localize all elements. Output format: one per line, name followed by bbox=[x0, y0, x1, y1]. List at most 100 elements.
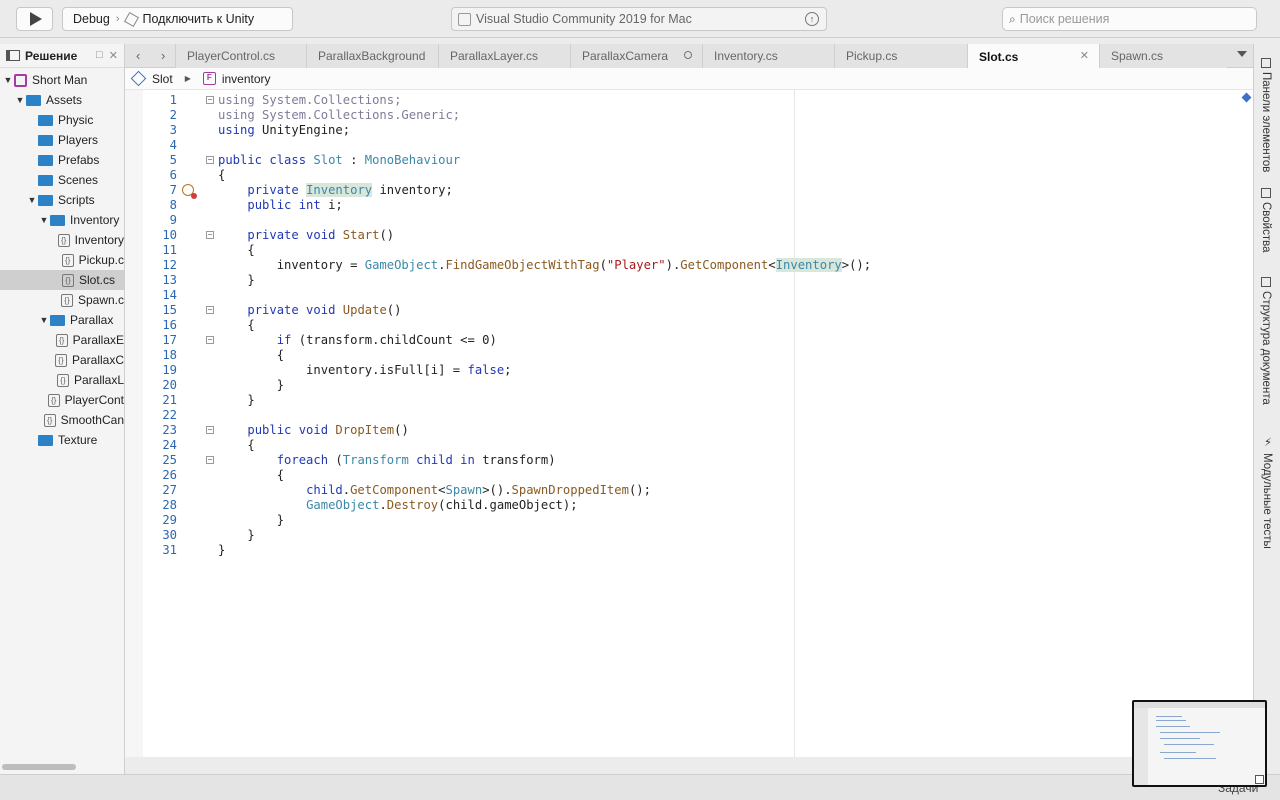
document-tab[interactable]: Slot.cs ✕ bbox=[967, 44, 1099, 69]
breakpoint-icon[interactable] bbox=[182, 184, 197, 199]
code-line[interactable]: 10 − private void Start() bbox=[125, 228, 1253, 243]
nav-forward-icon[interactable]: › bbox=[161, 48, 165, 63]
unit-tests-label: Модульные тесты bbox=[1261, 453, 1273, 549]
code-line[interactable]: 21 } bbox=[125, 393, 1253, 408]
document-tab[interactable]: ParallaxLayer.cs bbox=[438, 44, 570, 68]
code-line[interactable]: 15 − private void Update() bbox=[125, 303, 1253, 318]
fold-toggle-icon[interactable]: − bbox=[206, 336, 214, 344]
tree-file-item[interactable]: {} Slot.cs bbox=[0, 270, 124, 290]
code-line[interactable]: 18 { bbox=[125, 348, 1253, 363]
toolbox-pad-tab[interactable]: Панели элементов bbox=[1260, 58, 1272, 172]
disclosure-down-icon[interactable]: ▼ bbox=[14, 95, 26, 105]
document-tab[interactable]: Spawn.cs bbox=[1099, 44, 1227, 68]
code-line[interactable]: 28 GameObject.Destroy(child.gameObject); bbox=[125, 498, 1253, 513]
code-line[interactable]: 9 bbox=[125, 213, 1253, 228]
document-tab[interactable]: Inventory.cs bbox=[702, 44, 834, 68]
code-line[interactable]: 16 { bbox=[125, 318, 1253, 333]
tree-file-item[interactable]: {} Inventory bbox=[0, 230, 124, 250]
tree-folder-item[interactable]: ▼ Scripts bbox=[0, 190, 124, 210]
document-outline-pad-tab[interactable]: Структура документа bbox=[1260, 277, 1272, 405]
code-editor[interactable]: 1− using System.Collections; 2 using System… bbox=[125, 90, 1253, 757]
disclosure-down-icon[interactable]: ▼ bbox=[2, 75, 14, 85]
fold-toggle-icon[interactable]: − bbox=[206, 426, 214, 434]
tree-item-label: Prefabs bbox=[58, 153, 100, 167]
screenshot-thumbnail[interactable] bbox=[1132, 700, 1267, 787]
fold-toggle-icon[interactable]: − bbox=[206, 96, 214, 104]
fold-toggle-icon[interactable]: − bbox=[206, 156, 214, 164]
tab-overflow-icon[interactable] bbox=[1237, 51, 1247, 57]
code-line[interactable]: 24 { bbox=[125, 438, 1253, 453]
code-line[interactable]: 25 − foreach (Transform child in transfor… bbox=[125, 453, 1253, 468]
document-tab[interactable]: Pickup.cs bbox=[834, 44, 967, 68]
unsaved-dot-icon[interactable] bbox=[684, 51, 692, 59]
code-line[interactable]: 12 inventory = GameObject.FindGameObject… bbox=[125, 258, 1253, 273]
disclosure-down-icon[interactable]: ▼ bbox=[38, 215, 50, 225]
nav-back-icon[interactable]: ‹ bbox=[136, 48, 140, 63]
document-tab[interactable]: ParallaxBackground bbox=[306, 44, 438, 68]
tree-folder-item[interactable]: Texture bbox=[0, 430, 124, 450]
tree-folder-item[interactable]: Physic bbox=[0, 110, 124, 130]
code-line[interactable]: 31} bbox=[125, 543, 1253, 558]
disclosure-down-icon[interactable]: ▼ bbox=[26, 195, 38, 205]
fold-toggle-icon[interactable]: − bbox=[206, 306, 214, 314]
code-line[interactable]: 29 } bbox=[125, 513, 1253, 528]
update-icon[interactable]: ↑ bbox=[805, 12, 819, 26]
code-line[interactable]: 2 using System.Collections.Generic; bbox=[125, 108, 1253, 123]
tree-file-item[interactable]: {} Pickup.c bbox=[0, 250, 124, 270]
code-line[interactable]: 8 public int i; bbox=[125, 198, 1253, 213]
breadcrumb-class[interactable]: Slot bbox=[152, 72, 173, 86]
code-line[interactable]: 6{ bbox=[125, 168, 1253, 183]
code-line[interactable]: 14 bbox=[125, 288, 1253, 303]
breadcrumb: Slot ▶ F inventory bbox=[125, 68, 1253, 90]
tree-file-item[interactable]: {} SmoothCan bbox=[0, 410, 124, 430]
code-line[interactable]: 17 − if (transform.childCount <= 0) bbox=[125, 333, 1253, 348]
sidebar-scrollbar[interactable] bbox=[2, 764, 76, 770]
tree-folder-item[interactable]: ▼ Assets bbox=[0, 90, 124, 110]
run-configuration-selector[interactable]: Debug › Подключить к Unity bbox=[62, 7, 293, 31]
tree-file-item[interactable]: {} ParallaxC bbox=[0, 350, 124, 370]
tree-file-item[interactable]: {} ParallaxL bbox=[0, 370, 124, 390]
code-line[interactable]: 20 } bbox=[125, 378, 1253, 393]
line-number: 20 bbox=[162, 378, 177, 392]
code-line[interactable]: 5 − public class Slot : MonoBehaviour bbox=[125, 153, 1253, 168]
code-line[interactable]: 23 − public void DropItem() bbox=[125, 423, 1253, 438]
fold-toggle-icon[interactable]: − bbox=[206, 231, 214, 239]
document-tab[interactable]: ParallaxCamera bbox=[570, 44, 702, 68]
run-button[interactable] bbox=[16, 7, 53, 31]
tree-folder-item[interactable]: Scenes bbox=[0, 170, 124, 190]
close-tab-icon[interactable]: ✕ bbox=[1080, 49, 1089, 62]
code-line[interactable]: 4 bbox=[125, 138, 1253, 153]
tree-folder-item[interactable]: ▼ Parallax bbox=[0, 310, 124, 330]
line-number: 14 bbox=[162, 288, 177, 302]
breadcrumb-member[interactable]: inventory bbox=[222, 72, 271, 86]
code-line[interactable]: 27 child.GetComponent<Spawn>().SpawnDrop… bbox=[125, 483, 1253, 498]
code-line[interactable]: 7 private Inventory inventory; bbox=[125, 183, 1253, 199]
fold-toggle-icon[interactable]: − bbox=[206, 456, 214, 464]
thumbnail-line bbox=[1160, 738, 1200, 739]
document-tab[interactable]: PlayerControl.cs bbox=[175, 44, 306, 68]
code-line[interactable]: 30 } bbox=[125, 528, 1253, 543]
code-line[interactable]: 22 bbox=[125, 408, 1253, 423]
tree-solution-item[interactable]: ▼ Short Man bbox=[0, 70, 124, 90]
line-number: 19 bbox=[162, 363, 177, 377]
properties-pad-tab[interactable]: Свойства bbox=[1260, 188, 1272, 253]
tree-file-item[interactable]: {} Spawn.c bbox=[0, 290, 124, 310]
close-icon[interactable]: ✕ bbox=[109, 49, 118, 62]
solution-search-input[interactable]: ⌕ Поиск решения bbox=[1002, 7, 1257, 31]
tree-folder-item[interactable]: Prefabs bbox=[0, 150, 124, 170]
code-line[interactable]: 3 using UnityEngine; bbox=[125, 123, 1253, 138]
code-line[interactable]: 1 − using System.Collections; bbox=[125, 93, 1253, 108]
maximize-icon[interactable]: □ bbox=[96, 49, 103, 62]
tree-file-item[interactable]: {} ParallaxE bbox=[0, 330, 124, 350]
code-line[interactable]: 13 } bbox=[125, 273, 1253, 288]
tree-folder-item[interactable]: ▼ Inventory bbox=[0, 210, 124, 230]
code-line[interactable]: 26 { bbox=[125, 468, 1253, 483]
code-line[interactable]: 19 inventory.isFull[i] = false; bbox=[125, 363, 1253, 378]
unit-tests-pad-tab[interactable]: ⚡ Модульные тесты bbox=[1260, 435, 1274, 549]
pad-window-controls: □ ✕ bbox=[96, 49, 118, 62]
disclosure-down-icon[interactable]: ▼ bbox=[38, 315, 50, 325]
code-line[interactable]: 11 { bbox=[125, 243, 1253, 258]
tree-file-item[interactable]: {} PlayerCont bbox=[0, 390, 124, 410]
properties-label: Свойства bbox=[1260, 202, 1272, 253]
tree-folder-item[interactable]: Players bbox=[0, 130, 124, 150]
